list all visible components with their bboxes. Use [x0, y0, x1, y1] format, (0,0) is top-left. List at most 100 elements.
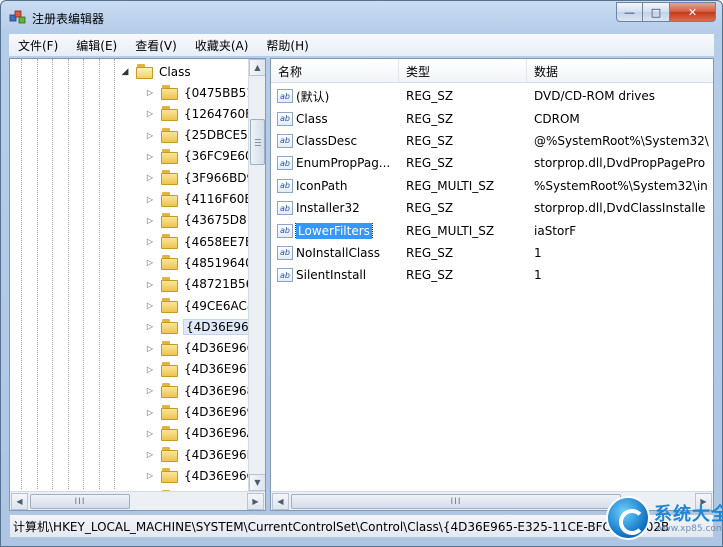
tree-node[interactable]: ▷ {0475BB51	[145, 82, 254, 103]
expand-icon[interactable]: ▷	[145, 258, 155, 267]
expand-icon[interactable]: ▷	[145, 450, 155, 459]
value-row[interactable]: ab IconPath REG_MULTI_SZ %SystemRoot%\Syste…	[271, 175, 713, 197]
expand-icon[interactable]: ▷	[145, 173, 155, 182]
tree-node[interactable]: ▷ {4D36E967	[145, 359, 254, 380]
tree-node-class[interactable]: ◢ Class	[120, 61, 191, 82]
value-data: %SystemRoot%\System32\in	[534, 178, 708, 193]
scroll-right-arrow[interactable]: ▶	[247, 493, 264, 510]
hscroll-thumb[interactable]: III	[30, 494, 130, 509]
value-row[interactable]: ab Class REG_SZ CDROM	[271, 107, 713, 129]
value-row[interactable]: ab (默认) REG_SZ DVD/CD-ROM drives	[271, 85, 713, 107]
scroll-down-arrow[interactable]: ▼	[249, 474, 265, 491]
tree-node[interactable]: ▷ {4D36E969	[145, 402, 254, 423]
collapse-icon[interactable]: ◢	[120, 67, 130, 77]
menu-view[interactable]: 查看(V)	[126, 37, 186, 54]
scroll-left-arrow[interactable]: ◀	[11, 493, 28, 510]
folder-icon	[161, 361, 179, 377]
expand-icon[interactable]: ▷	[145, 344, 155, 353]
value-data: 1	[534, 268, 542, 283]
expand-icon[interactable]: ▷	[145, 216, 155, 225]
tree-node-label: {4D36E967	[184, 362, 255, 377]
tree-guide-lines	[10, 59, 150, 489]
expand-icon[interactable]: ▷	[145, 301, 155, 310]
tree-node-label: {48721B56	[184, 277, 254, 292]
column-header-name[interactable]: 名称	[271, 59, 399, 83]
value-row[interactable]: ab LowerFilters REG_MULTI_SZ iaStorF	[271, 219, 713, 241]
expand-icon[interactable]: ▷	[145, 195, 155, 204]
tree-node-label: {43675D81	[184, 213, 255, 228]
expand-icon[interactable]: ▷	[145, 131, 155, 140]
tree-node-label: {49CE6AC8	[184, 298, 255, 313]
value-type: REG_SZ	[406, 156, 454, 171]
column-header-type[interactable]: 类型	[399, 59, 527, 83]
value-name-cell: ab EnumPropPag...	[271, 156, 399, 171]
expand-icon[interactable]: ▷	[145, 322, 155, 331]
reg-string-icon: ab	[277, 245, 293, 260]
tree-node[interactable]: ▷ {3F966BD9	[145, 167, 254, 188]
site-watermark: 系统大全 www.xp85.com	[604, 494, 723, 546]
tree-node[interactable]: ▷ {49CE6AC8	[145, 295, 255, 316]
title-bar[interactable]: 注册表编辑器 — □ ✕	[1, 1, 722, 33]
tree-node-label: {4D36E96C	[184, 468, 256, 483]
folder-icon	[161, 148, 179, 164]
tree-node[interactable]: ▷ {4116F60B	[145, 189, 253, 210]
value-name: EnumPropPag...	[296, 156, 391, 171]
tree-node[interactable]: ▷ {36FC9E60	[145, 146, 253, 167]
key-tree-pane[interactable]: ◢ Class ▷ {0475BB51 ▷ {1264760F ▷ {25DBCE51 ▷{…	[9, 58, 266, 511]
menu-file[interactable]: 文件(F)	[9, 37, 67, 54]
tree-node-label: {4D36E968	[184, 383, 255, 398]
value-row[interactable]: ab ClassDesc REG_SZ @%SystemRoot%\System32\	[271, 130, 713, 152]
tree-node[interactable]: ▷ {4D36E96B	[145, 444, 255, 465]
tree-node[interactable]: ▷ {4D36E965	[145, 316, 260, 337]
tree-node[interactable]: ▷ {48519640	[145, 252, 253, 273]
tree-node[interactable]: ▷ {43675D81	[145, 210, 254, 231]
maximize-button[interactable]: □	[643, 2, 670, 22]
tree-node[interactable]: ▷ {4D36E966	[145, 338, 254, 359]
tree-node[interactable]: ▷ {48721B56	[145, 274, 253, 295]
value-row[interactable]: ab EnumPropPag... REG_SZ storprop.dll,DvdPr…	[271, 152, 713, 174]
value-row[interactable]: ab Installer32 REG_SZ storprop.dll,DvdClass…	[271, 197, 713, 219]
value-list-pane[interactable]: 名称 类型 数据 ab (默认) REG_SZ DVD/CD-ROM drives ab…	[270, 58, 714, 511]
expand-icon[interactable]: ▷	[145, 365, 155, 374]
tree-node-label: {25DBCE51	[184, 128, 256, 143]
value-row[interactable]: ab SilentInstall REG_SZ 1	[271, 264, 713, 286]
registry-editor-window: 注册表编辑器 — □ ✕ 文件(F) 编辑(E) 查看(V) 收藏夹(A) 帮助…	[0, 0, 723, 547]
menu-help[interactable]: 帮助(H)	[257, 37, 317, 54]
expand-icon[interactable]: ▷	[145, 408, 155, 417]
window-title: 注册表编辑器	[32, 12, 105, 26]
close-button[interactable]: ✕	[670, 2, 716, 22]
expand-icon[interactable]: ▷	[145, 109, 155, 118]
folder-icon	[161, 191, 179, 207]
tree-node-label: {4D36E96B	[184, 447, 255, 462]
minimize-button[interactable]: —	[616, 2, 643, 22]
column-header-data[interactable]: 数据	[527, 59, 713, 83]
expand-icon[interactable]: ▷	[145, 386, 155, 395]
scroll-up-arrow[interactable]: ▲	[249, 59, 265, 76]
hscroll-thumb[interactable]: III	[291, 494, 621, 509]
tree-node[interactable]: ▷ {4658EE7E	[145, 231, 253, 252]
tree-horizontal-scrollbar[interactable]: ◀ III ▶	[10, 491, 265, 510]
value-data: 1	[534, 245, 542, 260]
reg-string-icon: ab	[277, 223, 293, 238]
value-row[interactable]: ab NoInstallClass REG_SZ 1	[271, 242, 713, 264]
tree-node[interactable]: ▷ {25DBCE51	[145, 125, 255, 146]
tree-node[interactable]: ▷ {4D36E96A	[145, 423, 255, 444]
scroll-thumb[interactable]	[250, 119, 265, 165]
tree-node[interactable]: ▷ {4D36E968	[145, 380, 254, 401]
scroll-left-arrow[interactable]: ◀	[272, 493, 289, 510]
tree-node[interactable]: ▷ {4D36E96C	[145, 465, 255, 486]
expand-icon[interactable]: ▷	[145, 471, 155, 480]
menu-edit[interactable]: 编辑(E)	[67, 37, 126, 54]
expand-icon[interactable]: ▷	[145, 429, 155, 438]
expand-icon[interactable]: ▷	[145, 152, 155, 161]
expand-icon[interactable]: ▷	[145, 237, 155, 246]
tree-node[interactable]: ▷ {1264760F	[145, 103, 252, 124]
tree-node-label: {1264760F	[184, 106, 252, 121]
value-name-cell: ab NoInstallClass	[271, 245, 399, 260]
expand-icon[interactable]: ▷	[145, 280, 155, 289]
menu-favorites[interactable]: 收藏夹(A)	[186, 37, 258, 54]
tree-node-label: Class	[159, 64, 191, 79]
tree-vertical-scrollbar[interactable]: ▲ ▼	[248, 59, 265, 491]
expand-icon[interactable]: ▷	[145, 88, 155, 97]
folder-icon	[161, 298, 179, 313]
